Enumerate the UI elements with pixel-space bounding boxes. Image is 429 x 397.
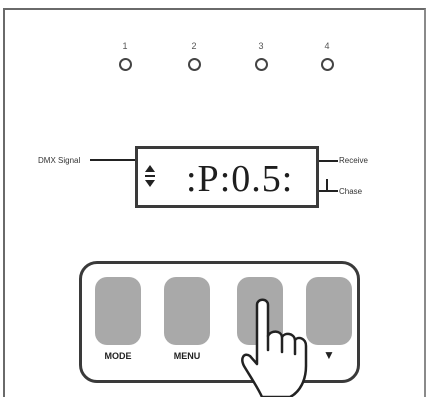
pointing-hand-icon (241, 298, 308, 397)
diagram-overlay (90, 159, 338, 397)
controller-diagram: 1 2 3 4 DMX Signal :P:0.5: Receive Chase… (0, 0, 429, 397)
